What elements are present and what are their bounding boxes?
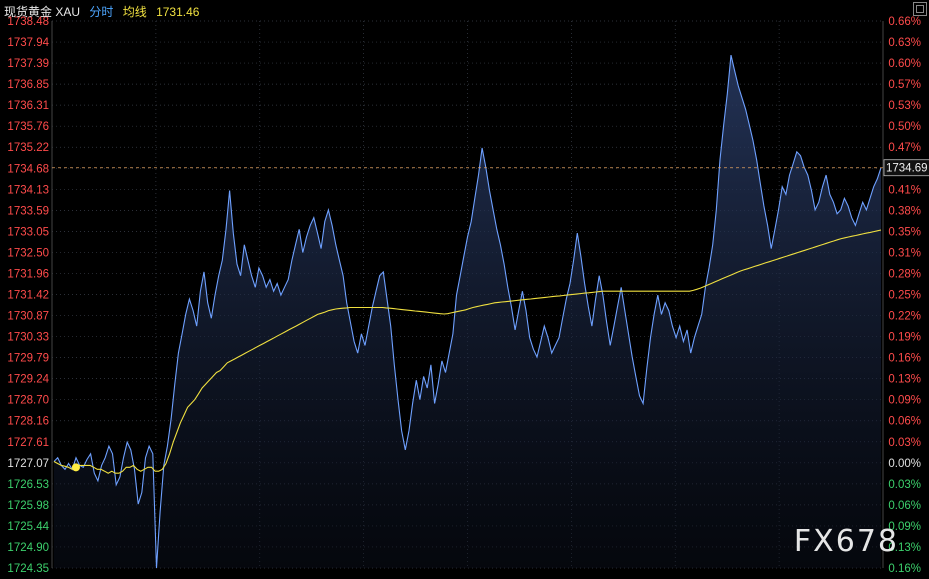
right-tick-label: 0.25% <box>888 290 921 302</box>
left-tick-label: 1725.98 <box>7 500 49 512</box>
left-tick-label: 1729.24 <box>7 374 49 386</box>
right-tick-label: 0.31% <box>888 247 921 259</box>
left-tick-label: 1736.31 <box>7 100 49 112</box>
left-tick-label: 1728.70 <box>7 395 49 407</box>
right-tick-label: 0.47% <box>888 142 921 154</box>
instrument-title: 现货黄金 XAU <box>4 5 81 19</box>
right-tick-label: 0.60% <box>888 58 921 70</box>
left-tick-label: 1725.44 <box>7 521 49 533</box>
mode-label[interactable]: 分时 <box>89 5 113 19</box>
intraday-chart: 1738.481737.941737.391736.851736.311735.… <box>7 16 929 575</box>
avg-value: 1731.46 <box>156 5 200 19</box>
right-tick-label: 0.19% <box>888 332 921 344</box>
right-tick-label: 0.53% <box>888 100 921 112</box>
right-tick-label: 0.09% <box>888 395 921 407</box>
right-tick-label: 0.35% <box>888 226 921 238</box>
right-tick-label: 0.06% <box>888 500 921 512</box>
left-tick-label: 1729.79 <box>7 353 49 365</box>
right-axis: 0.66%0.63%0.60%0.57%0.53%0.50%0.47%0.44%… <box>888 16 921 575</box>
left-tick-label: 1734.13 <box>7 184 49 196</box>
left-tick-label: 1733.59 <box>7 205 49 217</box>
left-tick-label: 1728.16 <box>7 416 49 428</box>
right-tick-label: 0.66% <box>888 16 921 28</box>
right-tick-label: 0.06% <box>888 416 921 428</box>
right-tick-label: 0.50% <box>888 121 921 133</box>
right-tick-label: 0.41% <box>888 184 921 196</box>
left-tick-label: 1735.22 <box>7 142 49 154</box>
start-marker <box>71 463 80 472</box>
avg-label: 均线 <box>122 5 147 19</box>
right-tick-label: 0.03% <box>888 479 921 491</box>
right-tick-label: 0.16% <box>888 353 921 365</box>
current-price-tag: 1734.69 <box>886 163 928 175</box>
left-tick-label: 1736.85 <box>7 79 49 91</box>
left-tick-label: 1724.35 <box>7 563 49 575</box>
right-tick-label: 0.38% <box>888 205 921 217</box>
right-tick-label: 0.63% <box>888 37 921 49</box>
left-tick-label: 1737.39 <box>7 58 49 70</box>
right-tick-label: 0.16% <box>888 563 921 575</box>
right-tick-label: 0.28% <box>888 268 921 280</box>
left-tick-label: 1731.42 <box>7 290 49 302</box>
left-tick-label: 1726.53 <box>7 479 49 491</box>
right-tick-label: 0.57% <box>888 79 921 91</box>
left-tick-label: 1730.87 <box>7 311 49 323</box>
left-tick-label: 1735.76 <box>7 121 49 133</box>
price-area <box>54 55 881 569</box>
right-tick-label: 0.22% <box>888 311 921 323</box>
right-tick-label: 0.13% <box>888 374 921 386</box>
watermark: FX678 <box>793 524 899 559</box>
chart-root: 1738.48 1737.94 1737.39 1736.85 1736.31 1735.… <box>0 0 929 579</box>
price-area-fill <box>54 55 881 569</box>
left-axis: 1738.481737.941737.391736.851736.311735.… <box>7 16 49 575</box>
left-tick-label: 1733.05 <box>7 226 49 238</box>
chart-header: 现货黄金 XAU 分时 均线 1731.46 <box>4 3 205 19</box>
restore-window-icon[interactable] <box>913 2 927 16</box>
right-tick-label: 0.00% <box>888 458 921 470</box>
left-tick-label: 1727.07 <box>7 458 49 470</box>
left-tick-label: 1734.68 <box>7 163 49 175</box>
left-tick-label: 1732.50 <box>7 247 49 259</box>
left-tick-label: 1730.33 <box>7 332 49 344</box>
left-tick-label: 1737.94 <box>7 37 49 49</box>
right-tick-label: 0.03% <box>888 437 921 449</box>
left-tick-label: 1724.90 <box>7 542 49 554</box>
left-tick-label: 1731.96 <box>7 268 49 280</box>
left-tick-label: 1727.61 <box>7 437 49 449</box>
